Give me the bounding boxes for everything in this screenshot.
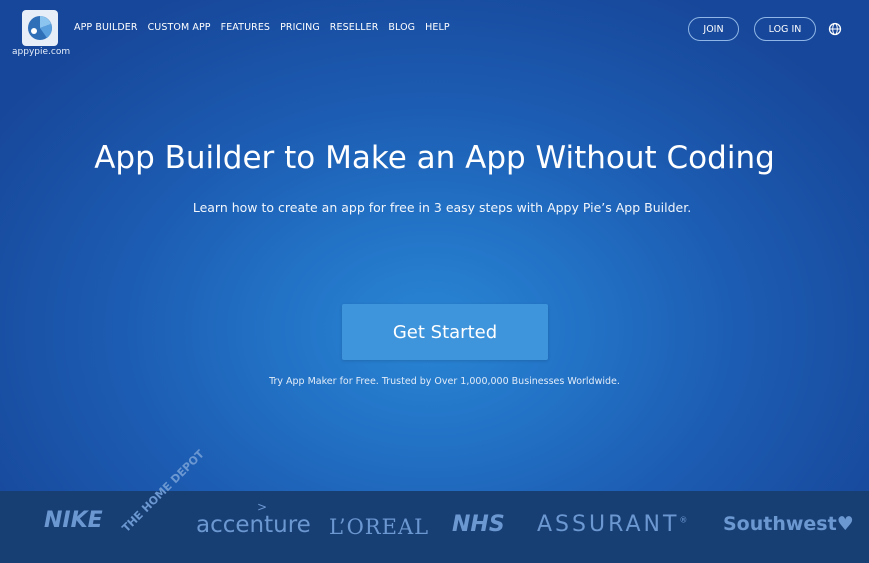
nav-item-app-builder[interactable]: APP BUILDER [74, 22, 138, 33]
nav-item-pricing[interactable]: PRICING [280, 22, 320, 33]
assurant-logo: ASSURANT® [537, 512, 687, 537]
nhs-logo: NHS [452, 512, 505, 537]
logo-text[interactable]: appypie.com [12, 47, 70, 57]
nav-item-features[interactable]: FEATURES [221, 22, 270, 33]
login-button[interactable]: LOG IN [754, 17, 816, 41]
appypie-logo-icon[interactable] [22, 10, 58, 46]
globe-icon[interactable] [828, 22, 842, 36]
join-button[interactable]: JOIN [688, 17, 739, 41]
get-started-button[interactable]: Get Started [342, 304, 548, 360]
nav-item-reseller[interactable]: RESELLER [330, 22, 379, 33]
hero-section [0, 0, 869, 491]
southwest-logo: Southwest♥ [723, 513, 854, 535]
assurant-registered-mark: ® [679, 515, 688, 525]
cta-note: Try App Maker for Free. Trusted by Over … [269, 376, 620, 387]
loreal-logo: L’OREAL [329, 515, 430, 539]
main-nav: APP BUILDER CUSTOM APP FEATURES PRICING … [74, 22, 450, 33]
accenture-logo: accenture [196, 512, 311, 538]
nike-logo: NIKE [44, 508, 103, 533]
logo-pie-icon [28, 16, 52, 40]
page-title: App Builder to Make an App Without Codin… [94, 140, 775, 176]
nav-item-custom-app[interactable]: CUSTOM APP [148, 22, 211, 33]
hero-subtitle: Learn how to create an app for free in 3… [192, 200, 692, 215]
nav-item-blog[interactable]: BLOG [388, 22, 415, 33]
assurant-text: ASSURANT [537, 512, 680, 537]
nav-item-help[interactable]: HELP [425, 22, 450, 33]
